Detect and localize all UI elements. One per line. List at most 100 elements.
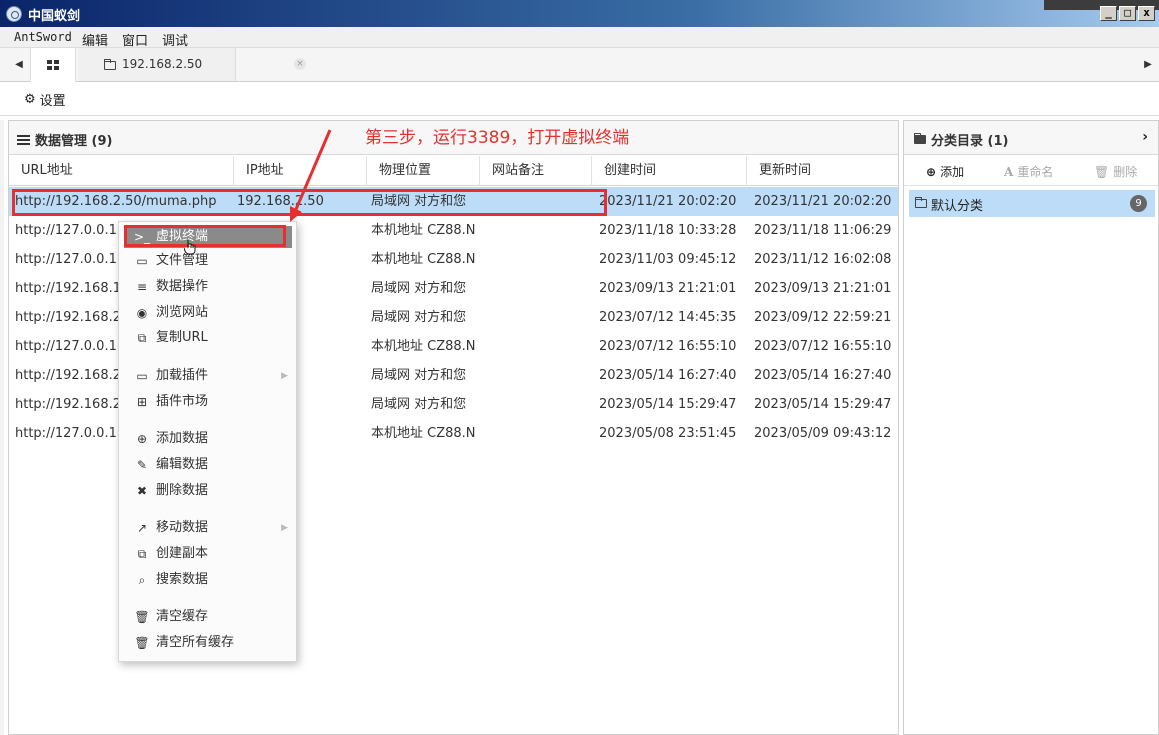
table-cell: 本机地址 CZ88.N: [371, 426, 476, 441]
toolbar: ⚙ 设置: [0, 83, 1159, 116]
col-url[interactable]: URL地址: [9, 156, 234, 186]
folder-icon: [104, 59, 116, 70]
app-icon: [6, 6, 22, 22]
submenu-arrow-icon: ▶: [281, 371, 288, 381]
context-menu: >_ 虚拟终端 ▭ 文件管理 ≡ 数据操作 ◉ 浏览网站 ⧉ 复制URL ▭ 加载插件 ▶ ⊞ 插件市场 ⊕ 添…: [118, 221, 297, 662]
table-cell: 2023/05/14 15:29:47: [599, 397, 737, 412]
table-cell: 本机地址 CZ88.N: [371, 252, 476, 267]
settings-label: 设置: [39, 94, 66, 109]
menubar: AntSword 编辑 窗口 调试: [0, 27, 1159, 49]
settings-button[interactable]: ⚙ 设置: [24, 90, 66, 109]
tab-home[interactable]: [30, 48, 76, 82]
copy-icon: ⧉: [137, 547, 147, 561]
tab-bar: ◀ 192.168.2.50 × ▶: [0, 48, 1159, 82]
annotation-arrow: [290, 129, 332, 222]
context-menu-label: 搜索数据: [156, 572, 209, 587]
context-menu-label: 清空缓存: [156, 609, 209, 624]
context-menu-label: 清空所有缓存: [156, 635, 235, 650]
context-menu-item[interactable]: ⌕ 搜索数据: [124, 569, 292, 591]
add-icon: ⊕: [926, 164, 937, 179]
table-cell: 本机地址 CZ88.N: [371, 223, 476, 238]
annotation-text: 第三步，运行3389，打开虚拟终端: [365, 128, 630, 148]
window-titlebar: 中国蚁剑: [0, 0, 1159, 27]
trash-icon: 🗑: [1094, 164, 1110, 179]
maximize-button[interactable]: □: [1119, 6, 1136, 21]
close-button[interactable]: x: [1138, 6, 1155, 21]
context-menu-item[interactable]: ✎ 编辑数据: [124, 454, 292, 476]
delete-category-button[interactable]: 🗑 删除: [1094, 163, 1137, 180]
table-cell: 2023/11/12 16:02:08: [754, 252, 892, 267]
table-cell: 2023/09/12 22:59:21: [754, 310, 892, 325]
cart-icon: ⊞: [136, 395, 148, 409]
context-menu-label: 编辑数据: [156, 457, 209, 472]
context-menu-item[interactable]: ✖ 删除数据: [124, 480, 292, 502]
font-icon: A: [1004, 164, 1014, 179]
context-menu-item[interactable]: ⊞ 插件市场: [124, 391, 292, 413]
add-label: 添加: [940, 165, 965, 179]
browser-icon: ◉: [136, 306, 148, 320]
minimize-button[interactable]: _: [1100, 6, 1117, 21]
menu-debug[interactable]: 调试: [162, 30, 188, 49]
folder-icon: ▭: [136, 369, 148, 383]
count-badge: 9: [1130, 195, 1147, 212]
annotation-menu-highlight: [124, 225, 286, 247]
context-menu-item[interactable]: 🗑 清空缓存: [124, 606, 292, 628]
context-menu-item[interactable]: ≡ 数据操作: [124, 276, 292, 298]
table-cell: 2023/11/03 09:45:12: [599, 252, 737, 267]
trash-icon: 🗑: [134, 610, 150, 624]
window-title: 中国蚁剑: [28, 9, 81, 24]
submenu-arrow-icon: ▶: [281, 523, 288, 533]
table-cell: 2023/05/09 09:43:12: [754, 426, 892, 441]
table-cell: 2023/11/21 20:02:20: [599, 194, 737, 209]
rename-category-button[interactable]: A 重命名: [1004, 163, 1053, 180]
category-panel-header: 分类目录 (1) ›: [904, 121, 1158, 155]
delete-icon: ✖: [136, 484, 148, 498]
context-menu-item[interactable]: ⧉ 创建副本: [124, 543, 292, 565]
menu-window[interactable]: 窗口: [122, 30, 148, 49]
col-updated[interactable]: 更新时间: [747, 156, 898, 186]
context-menu-item[interactable]: ▭ 文件管理: [124, 250, 292, 272]
context-menu-label: 创建副本: [156, 546, 209, 561]
context-menu-label: 删除数据: [156, 483, 209, 498]
list-icon: [17, 134, 30, 145]
context-menu-item[interactable]: ⊕ 添加数据: [124, 428, 292, 450]
table-cell: 局域网 对方和您: [371, 397, 467, 412]
menu-edit[interactable]: 编辑: [82, 30, 108, 49]
move-icon: ↗: [136, 521, 148, 535]
col-note[interactable]: 网站备注: [480, 156, 592, 186]
folder-icon: ▭: [136, 254, 148, 268]
category-item-default[interactable]: 默认分类 9: [909, 190, 1155, 217]
context-menu-label: 插件市场: [156, 394, 209, 409]
tab-scroll-right-icon[interactable]: ▶: [1141, 48, 1155, 81]
col-created[interactable]: 创建时间: [592, 156, 747, 186]
add-icon: ⊕: [136, 432, 148, 446]
category-label: 默认分类: [931, 199, 984, 214]
context-menu-item[interactable]: ↗ 移动数据 ▶: [124, 517, 292, 539]
context-menu-item[interactable]: ⧉ 复制URL: [124, 327, 292, 349]
table-cell: 2023/05/08 23:51:45: [599, 426, 737, 441]
table-cell: 2023/09/13 21:21:01: [754, 281, 892, 296]
table-cell: 2023/09/13 21:21:01: [599, 281, 737, 296]
table-cell: 2023/11/18 11:06:29: [754, 223, 892, 238]
delete-label: 删除: [1113, 165, 1138, 179]
tab-host-label: 192.168.2.50: [122, 57, 203, 71]
col-location[interactable]: 物理位置: [367, 156, 480, 186]
tab-scroll-left-icon[interactable]: ◀: [12, 48, 26, 81]
context-menu-label: 浏览网站: [156, 305, 209, 320]
grid-icon: [47, 60, 59, 70]
hand-cursor-icon: [184, 240, 196, 255]
context-menu-label: 复制URL: [156, 330, 208, 345]
window-controls: _ □ x: [1100, 6, 1155, 21]
context-menu-item[interactable]: ▭ 加载插件 ▶: [124, 365, 292, 387]
chevron-right-icon[interactable]: ›: [1142, 129, 1148, 145]
tab-close-icon[interactable]: ×: [294, 58, 306, 70]
tab-host[interactable]: 192.168.2.50 ×: [78, 48, 306, 81]
table-cell: 2023/07/12 16:55:10: [754, 339, 892, 354]
context-menu-item[interactable]: ◉ 浏览网站: [124, 302, 292, 324]
context-menu-label: 文件管理: [156, 253, 209, 268]
table-cell: 2023/05/14 16:27:40: [599, 368, 737, 383]
add-category-button[interactable]: ⊕ 添加: [926, 163, 964, 180]
table-cell: 本机地址 CZ88.N: [371, 339, 476, 354]
context-menu-item[interactable]: 🗑 清空所有缓存: [124, 632, 292, 654]
menu-antsword[interactable]: AntSword: [14, 30, 72, 44]
